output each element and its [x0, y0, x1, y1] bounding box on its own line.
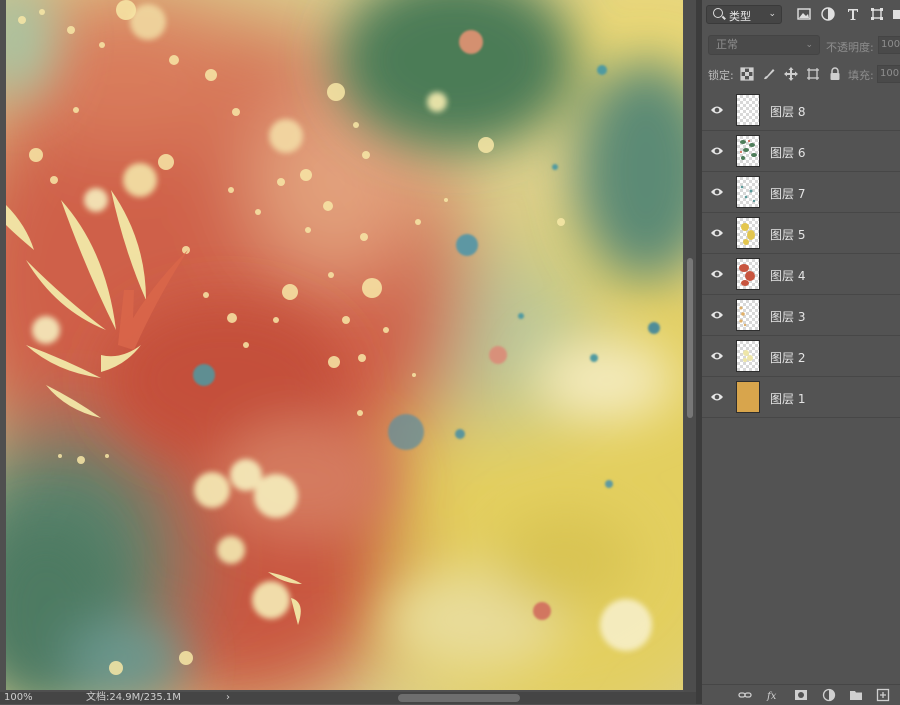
lock-pixels-icon[interactable] [762, 67, 776, 81]
search-icon [713, 8, 723, 18]
visibility-eye-icon[interactable] [710, 391, 724, 403]
fill-label: 填充: [848, 69, 874, 82]
layer-name[interactable]: 图层 7 [770, 185, 805, 202]
layer-filter-label: 类型 [729, 10, 751, 23]
document-size[interactable]: 文档:24.9M/235.1M [86, 692, 181, 704]
vertical-scrollbar[interactable] [684, 0, 696, 692]
lock-artboard-icon[interactable] [806, 67, 820, 81]
visibility-eye-icon[interactable] [710, 350, 724, 362]
layer-row[interactable]: 图层 3 [702, 295, 900, 336]
watercolor-artwork[interactable] [6, 0, 683, 690]
layer-thumbnail [736, 94, 760, 126]
visibility-eye-icon[interactable] [710, 227, 724, 239]
opacity-label: 不透明度: [826, 41, 874, 54]
layer-row[interactable]: 图层 8 [702, 90, 900, 131]
layer-row[interactable]: 图层 2 [702, 336, 900, 377]
zoom-level[interactable]: 100% [4, 692, 33, 704]
svg-text:fx: fx [766, 691, 777, 702]
layer-list: 图层 8 图层 6 图层 7 图层 5 图层 4 图层 3 图层 2 图层 1 [702, 90, 900, 426]
layer-thumbnail [736, 176, 760, 208]
status-info-arrow[interactable]: › [226, 692, 230, 704]
blend-mode-select[interactable]: 正常 ⌄ [708, 35, 820, 55]
vertical-scroll-thumb[interactable] [687, 258, 693, 418]
visibility-eye-icon[interactable] [710, 309, 724, 321]
layer-name[interactable]: 图层 2 [770, 349, 805, 366]
layer-name[interactable]: 图层 8 [770, 103, 805, 120]
layer-name[interactable]: 图层 4 [770, 267, 805, 284]
layers-panel: 类型 ⌄ 正常 ⌄ 不透明度: 100 锁定: 填充: 100 图层 8 图层 … [702, 0, 900, 705]
horizontal-scroll-thumb[interactable] [398, 694, 520, 702]
link-layers-icon[interactable] [738, 688, 752, 702]
layer-name[interactable]: 图层 3 [770, 308, 805, 325]
lock-transparency-icon[interactable] [740, 67, 754, 81]
smart-object-filter-icon[interactable] [892, 6, 900, 22]
shape-filter-icon[interactable] [869, 6, 885, 22]
add-mask-icon[interactable] [794, 688, 808, 702]
chevron-down-icon: ⌄ [768, 9, 776, 19]
layer-row[interactable]: 图层 4 [702, 254, 900, 295]
layer-thumbnail [736, 299, 760, 331]
fx-icon[interactable]: fx [766, 688, 780, 702]
canvas-area[interactable]: 100% 文档:24.9M/235.1M › [0, 0, 696, 704]
layer-filter-select[interactable]: 类型 ⌄ [706, 5, 782, 24]
chevron-down-icon: ⌄ [805, 40, 813, 50]
lock-all-icon[interactable] [828, 67, 842, 81]
type-filter-icon[interactable] [845, 6, 861, 22]
visibility-eye-icon[interactable] [710, 104, 724, 116]
layer-row[interactable]: 图层 1 [702, 377, 900, 418]
blend-mode-value: 正常 [716, 38, 738, 51]
lock-label: 锁定: [708, 69, 734, 82]
layer-thumbnail [736, 381, 760, 413]
new-group-icon[interactable] [849, 688, 863, 702]
lock-position-icon[interactable] [784, 67, 798, 81]
visibility-eye-icon[interactable] [710, 145, 724, 157]
lock-fill-row: 锁定: 填充: 100 [702, 62, 900, 86]
layer-row[interactable]: 图层 7 [702, 172, 900, 213]
layer-thumbnail [736, 135, 760, 167]
new-layer-icon[interactable] [876, 688, 890, 702]
layer-thumbnail [736, 258, 760, 290]
blend-opacity-row: 正常 ⌄ 不透明度: 100 [702, 33, 900, 57]
layer-filter-row: 类型 ⌄ [702, 0, 900, 30]
layers-bottom-toolbar: fx [702, 684, 900, 705]
layer-name[interactable]: 图层 6 [770, 144, 805, 161]
layer-row[interactable]: 图层 6 [702, 131, 900, 172]
layer-thumbnail [736, 340, 760, 372]
fill-input[interactable]: 100 [877, 65, 900, 83]
artwork-image [6, 0, 683, 690]
layer-row[interactable]: 图层 5 [702, 213, 900, 254]
visibility-eye-icon[interactable] [710, 268, 724, 280]
opacity-input[interactable]: 100 [878, 36, 900, 54]
status-bar: 100% 文档:24.9M/235.1M › [0, 692, 696, 704]
layer-name[interactable]: 图层 5 [770, 226, 805, 243]
new-adjustment-icon[interactable] [822, 688, 836, 702]
layer-name[interactable]: 图层 1 [770, 390, 805, 407]
image-filter-icon[interactable] [796, 6, 812, 22]
layer-thumbnail [736, 217, 760, 249]
adjustment-filter-icon[interactable] [820, 6, 836, 22]
visibility-eye-icon[interactable] [710, 186, 724, 198]
